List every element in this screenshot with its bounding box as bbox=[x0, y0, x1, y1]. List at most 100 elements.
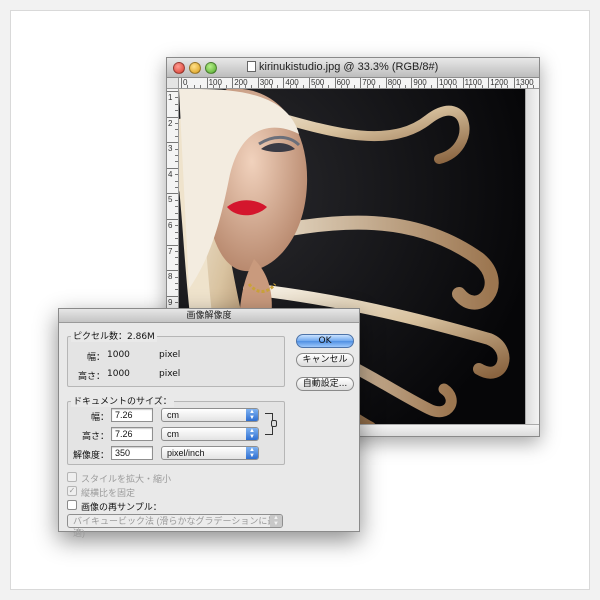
ruler-tick-label: 1 bbox=[168, 93, 173, 102]
ruler-minor-tick bbox=[315, 85, 317, 88]
ruler-minor-tick bbox=[430, 85, 432, 88]
document-title: kirinukistudio.jpg @ 33.3% (RGB/8#) bbox=[247, 61, 507, 75]
ruler-minor-tick bbox=[175, 289, 178, 291]
ruler-minor-tick bbox=[175, 148, 178, 150]
ruler-minor-tick bbox=[296, 85, 298, 88]
ruler-minor-tick bbox=[175, 135, 178, 137]
select-arrows-icon: ▲ ▼ bbox=[246, 409, 258, 421]
resolution-label: 解像度： bbox=[72, 451, 109, 461]
select-arrows-icon: ▲ ▼ bbox=[270, 515, 282, 527]
ruler-origin[interactable] bbox=[167, 78, 179, 89]
image-size-dialog: 画像解像度 ピクセル数：2.86M 幅： 1000 pixel 高さ： 1000… bbox=[58, 308, 360, 538]
document-size-label: ドキュメントのサイズ： bbox=[71, 394, 174, 407]
file-icon bbox=[247, 61, 256, 72]
constrain-proportions-label: 縦横比を固定 bbox=[81, 489, 136, 499]
ruler-minor-tick bbox=[264, 85, 266, 88]
pixel-width-value: 1000 bbox=[107, 350, 130, 360]
ruler-minor-tick bbox=[501, 85, 502, 88]
ruler-tick-label: 9 bbox=[168, 297, 173, 307]
ruler-major-tick bbox=[167, 91, 178, 92]
ruler-minor-tick bbox=[219, 85, 221, 88]
resample-method-select[interactable]: バイキュービック法 (滑らかなグラデーションに最適) ▲ ▼ bbox=[67, 514, 283, 538]
ruler-tick-label: 4 bbox=[168, 169, 173, 179]
scale-styles-checkbox[interactable] bbox=[67, 472, 77, 482]
ok-button[interactable]: OK bbox=[296, 334, 354, 348]
ruler-minor-tick bbox=[175, 263, 178, 265]
ruler-minor-tick bbox=[443, 85, 445, 88]
pixel-height-unit: pixel bbox=[159, 369, 181, 379]
ruler-major-tick bbox=[167, 167, 178, 169]
ruler-minor-tick bbox=[347, 85, 349, 88]
ruler-major-tick bbox=[167, 244, 178, 246]
ruler-minor-tick bbox=[494, 85, 496, 88]
document-titlebar[interactable]: kirinukistudio.jpg @ 33.3% (RGB/8#) bbox=[167, 58, 539, 78]
doc-width-unit-select[interactable]: cm ▲ ▼ bbox=[161, 408, 259, 422]
ruler-minor-tick bbox=[175, 129, 178, 131]
ruler-minor-tick bbox=[469, 85, 470, 88]
ruler-minor-tick bbox=[251, 85, 253, 88]
ruler-major-tick bbox=[513, 78, 515, 88]
ruler-minor-tick bbox=[526, 85, 528, 88]
ruler-major-tick bbox=[167, 219, 178, 220]
ruler-major-tick bbox=[167, 270, 178, 272]
document-title-text: kirinukistudio.jpg @ 33.3% (RGB/8#) bbox=[259, 61, 439, 73]
ruler-minor-tick bbox=[417, 85, 419, 88]
pixel-width-label: 幅： bbox=[86, 353, 105, 363]
ruler-major-tick bbox=[334, 78, 336, 88]
vertical-scrollbar[interactable] bbox=[525, 89, 539, 426]
ruler-minor-tick bbox=[175, 276, 178, 278]
ruler-major-tick bbox=[309, 78, 310, 88]
ruler-minor-tick bbox=[379, 85, 381, 88]
scale-styles-label: スタイルを拡大・縮小 bbox=[81, 475, 172, 485]
ruler-minor-tick bbox=[475, 85, 477, 88]
ruler-minor-tick bbox=[398, 85, 400, 88]
ruler-minor-tick bbox=[353, 85, 355, 88]
doc-height-unit-select[interactable]: cm ▲ ▼ bbox=[161, 427, 259, 441]
cancel-button[interactable]: キャンセル bbox=[296, 353, 354, 367]
ruler-tick-label: 1000 bbox=[439, 78, 457, 87]
zoom-window-button[interactable] bbox=[205, 62, 217, 74]
resample-checkbox[interactable] bbox=[67, 500, 77, 510]
pixel-width-unit: pixel bbox=[159, 350, 181, 360]
ruler-minor-tick bbox=[175, 155, 178, 156]
pixel-dimensions-label: ピクセル数：2.86M bbox=[71, 329, 157, 342]
ruler-minor-tick bbox=[175, 225, 178, 227]
minimize-window-button[interactable] bbox=[189, 62, 201, 74]
ruler-major-tick bbox=[437, 78, 438, 88]
select-arrows-icon: ▲ ▼ bbox=[246, 428, 258, 440]
resolution-input[interactable]: 350 bbox=[111, 446, 153, 460]
resolution-unit-value: pixel/inch bbox=[167, 448, 205, 458]
ruler-minor-tick bbox=[533, 85, 534, 88]
ruler-minor-tick bbox=[175, 103, 178, 105]
ruler-major-tick bbox=[488, 78, 490, 88]
resolution-unit-select[interactable]: pixel/inch ▲ ▼ bbox=[161, 446, 259, 460]
ruler-minor-tick bbox=[175, 238, 178, 240]
auto-settings-button[interactable]: 自動設定... bbox=[296, 377, 354, 391]
ruler-minor-tick bbox=[507, 85, 509, 88]
ruler-minor-tick bbox=[200, 85, 202, 88]
ruler-minor-tick bbox=[225, 85, 227, 88]
doc-width-unit-value: cm bbox=[167, 410, 179, 420]
pixel-height-label: 高さ： bbox=[77, 372, 105, 382]
constrain-proportions-checkbox[interactable]: ✓ bbox=[67, 486, 77, 496]
dialog-title[interactable]: 画像解像度 bbox=[59, 309, 359, 323]
ruler-minor-tick bbox=[175, 283, 178, 284]
ruler-major-tick bbox=[385, 78, 387, 88]
close-window-button[interactable] bbox=[173, 62, 185, 74]
ruler-minor-tick bbox=[175, 257, 178, 259]
ruler-minor-tick bbox=[175, 212, 178, 214]
ruler-minor-tick bbox=[481, 85, 483, 88]
ruler-minor-tick bbox=[366, 85, 368, 88]
ruler-minor-tick bbox=[175, 161, 178, 163]
ruler-major-tick bbox=[167, 142, 178, 144]
horizontal-ruler[interactable]: 0 100 200 300 400 500 600 700 800 900 1000 1100 1200… bbox=[179, 78, 539, 89]
ruler-minor-tick bbox=[193, 85, 195, 88]
doc-height-input[interactable]: 7.26 bbox=[111, 427, 153, 441]
ruler-major-tick bbox=[360, 78, 362, 88]
ruler-minor-tick bbox=[456, 85, 458, 88]
doc-width-input[interactable]: 7.26 bbox=[111, 408, 153, 422]
ruler-tick-label: 5 bbox=[168, 195, 173, 205]
ruler-minor-tick bbox=[175, 251, 178, 252]
ruler-minor-tick bbox=[175, 302, 178, 304]
ruler-minor-tick bbox=[175, 231, 178, 233]
